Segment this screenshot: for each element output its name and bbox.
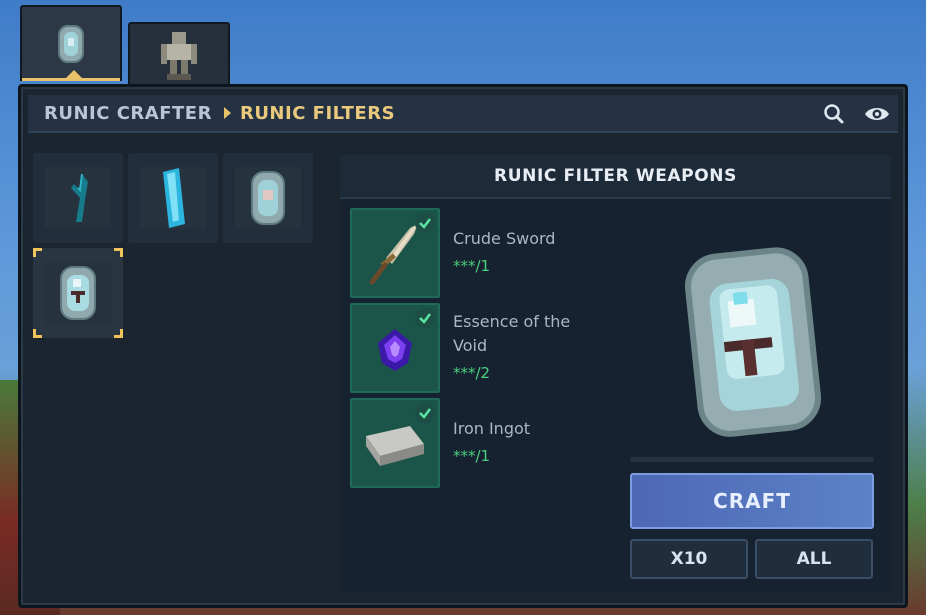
recipe-slot-cyan-crystal[interactable]: [128, 153, 218, 243]
eye-icon[interactable]: [864, 103, 890, 125]
tab-golem[interactable]: [128, 22, 230, 86]
recipe-slot-runic-filter[interactable]: [223, 153, 313, 243]
checkmark-icon: [415, 308, 435, 328]
ingredient-count: ***/1: [453, 447, 491, 465]
ingredient-slot-crude-sword[interactable]: [350, 208, 440, 298]
recipe-slot-runic-filter-weapons[interactable]: [33, 248, 123, 338]
runic-filter-weapons-icon: [60, 266, 96, 320]
breadcrumb-current: RUNIC FILTERS: [239, 102, 396, 124]
breadcrumb-arrow-icon: [223, 107, 231, 119]
runic-filter-icon: [251, 171, 285, 225]
checkmark-icon: [415, 213, 435, 233]
ingredient-count: ***/2: [453, 364, 491, 382]
active-tab-indicator: [66, 70, 82, 78]
progress-divider: [630, 457, 874, 462]
panel-title: RUNIC FILTER WEAPONS: [340, 155, 891, 199]
ingredient-name: Essence of the Void: [453, 312, 571, 355]
tab-runic-filters[interactable]: [20, 5, 122, 81]
teal-twig-icon: [71, 173, 88, 222]
cyan-crystal-bar-icon: [163, 168, 185, 228]
iron-golem-figure-icon: [161, 32, 197, 80]
ingredient-slot-void-essence[interactable]: [350, 303, 440, 393]
runic-crafter-window: RUNIC CRAFTER RUNIC FILTERS RUNIC FILTER…: [18, 84, 908, 608]
breadcrumb-parent[interactable]: RUNIC CRAFTER: [44, 103, 212, 124]
recipe-slot-teal-twig[interactable]: [33, 153, 123, 243]
checkmark-icon: [415, 403, 435, 423]
ingredient-count: ***/1: [453, 257, 491, 275]
ingredient-name: Crude Sword: [453, 229, 556, 248]
search-icon[interactable]: [822, 103, 846, 125]
ingredient-slot-iron-ingot[interactable]: [350, 398, 440, 488]
craft-button[interactable]: CRAFT: [630, 473, 874, 529]
ingredient-name: Iron Ingot: [453, 419, 531, 438]
craft-all-button[interactable]: ALL: [755, 539, 873, 579]
recipe-detail-panel: RUNIC FILTER WEAPONS Crude Sword ***/1 E…: [340, 155, 891, 593]
runic-filter-weapons-preview-icon: [684, 247, 822, 437]
window-header: RUNIC CRAFTER RUNIC FILTERS: [28, 95, 898, 133]
runic-filter-shield-icon: [58, 25, 84, 63]
craft-x10-button[interactable]: X10: [630, 539, 748, 579]
